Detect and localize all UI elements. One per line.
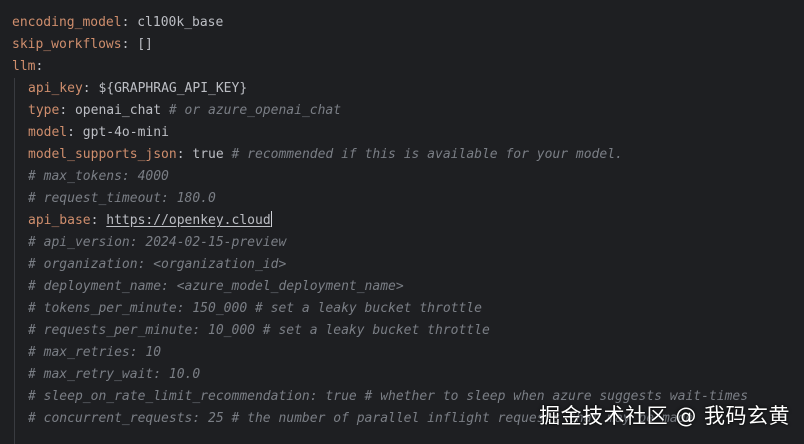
yaml-comment: # tokens_per_minute: 150_000 # set a lea… [28,301,482,316]
code-line-max-tokens[interactable]: # max_tokens: 4000 [0,166,804,188]
code-line-max-retries[interactable]: # max_retries: 10 [0,342,804,364]
api-base-url-link[interactable]: https://openkey.cloud [106,213,270,228]
code-lines: encoding_model: cl100k_base skip_workflo… [0,12,804,430]
yaml-comment: # max_retries: 10 [28,345,162,360]
code-line-type[interactable]: type: openai_chat # or azure_openai_chat [0,100,804,122]
code-line-api-version[interactable]: # api_version: 2024-02-15-preview [0,232,804,254]
yaml-comment: # organization: <organization_id> [28,257,287,272]
code-line-requests-per-minute[interactable]: # requests_per_minute: 10_000 # set a le… [0,320,804,342]
yaml-value: ${GRAPHRAG_API_KEY} [98,81,248,96]
yaml-comment: # or azure_openai_chat [168,103,342,118]
code-line-max-retry-wait[interactable]: # max_retry_wait: 10.0 [0,364,804,386]
code-line-encoding-model[interactable]: encoding_model: cl100k_base [0,12,804,34]
yaml-value: openai_chat [74,103,162,118]
yaml-comment: # deployment_name: <azure_model_deployme… [28,279,404,294]
yaml-comment: # request_timeout: 180.0 [28,191,216,206]
code-line-deployment-name[interactable]: # deployment_name: <azure_model_deployme… [0,276,804,298]
yaml-value: cl100k_base [137,15,224,30]
yaml-key: api_key [28,81,83,96]
code-line-api-key[interactable]: api_key: ${GRAPHRAG_API_KEY} [0,78,804,100]
code-editor[interactable]: encoding_model: cl100k_base skip_workflo… [0,0,804,444]
yaml-key: skip_workflows [12,37,122,52]
yaml-comment: # recommended if this is available for y… [231,147,623,162]
yaml-comment: # max_tokens: 4000 [28,169,169,184]
code-line-skip-workflows[interactable]: skip_workflows: [] [0,34,804,56]
yaml-comment: # max_retry_wait: 10.0 [28,367,201,382]
code-line-llm[interactable]: llm: [0,56,804,78]
site-watermark: 掘金技术社区 @ 我码玄黄 [539,404,790,428]
code-line-request-timeout[interactable]: # request_timeout: 180.0 [0,188,804,210]
code-line-model-supports-json[interactable]: model_supports_json: true # recommended … [0,144,804,166]
code-line-tokens-per-minute[interactable]: # tokens_per_minute: 150_000 # set a lea… [0,298,804,320]
yaml-key: llm [12,59,36,74]
yaml-key: model_supports_json [28,147,177,162]
yaml-value: gpt-4o-mini [82,125,169,140]
code-line-api-base[interactable]: api_base: https://openkey.cloud [0,210,804,232]
yaml-key: api_base [28,213,91,228]
yaml-value: [] [137,37,153,52]
yaml-key: encoding_model [12,15,122,30]
yaml-comment: # api_version: 2024-02-15-preview [28,235,287,250]
yaml-key: model [28,125,68,140]
code-line-organization[interactable]: # organization: <organization_id> [0,254,804,276]
text-cursor [270,211,273,227]
yaml-comment: # requests_per_minute: 10_000 # set a le… [28,323,490,338]
yaml-key: type [28,103,60,118]
code-line-model[interactable]: model: gpt-4o-mini [0,122,804,144]
yaml-value: true [192,147,224,162]
